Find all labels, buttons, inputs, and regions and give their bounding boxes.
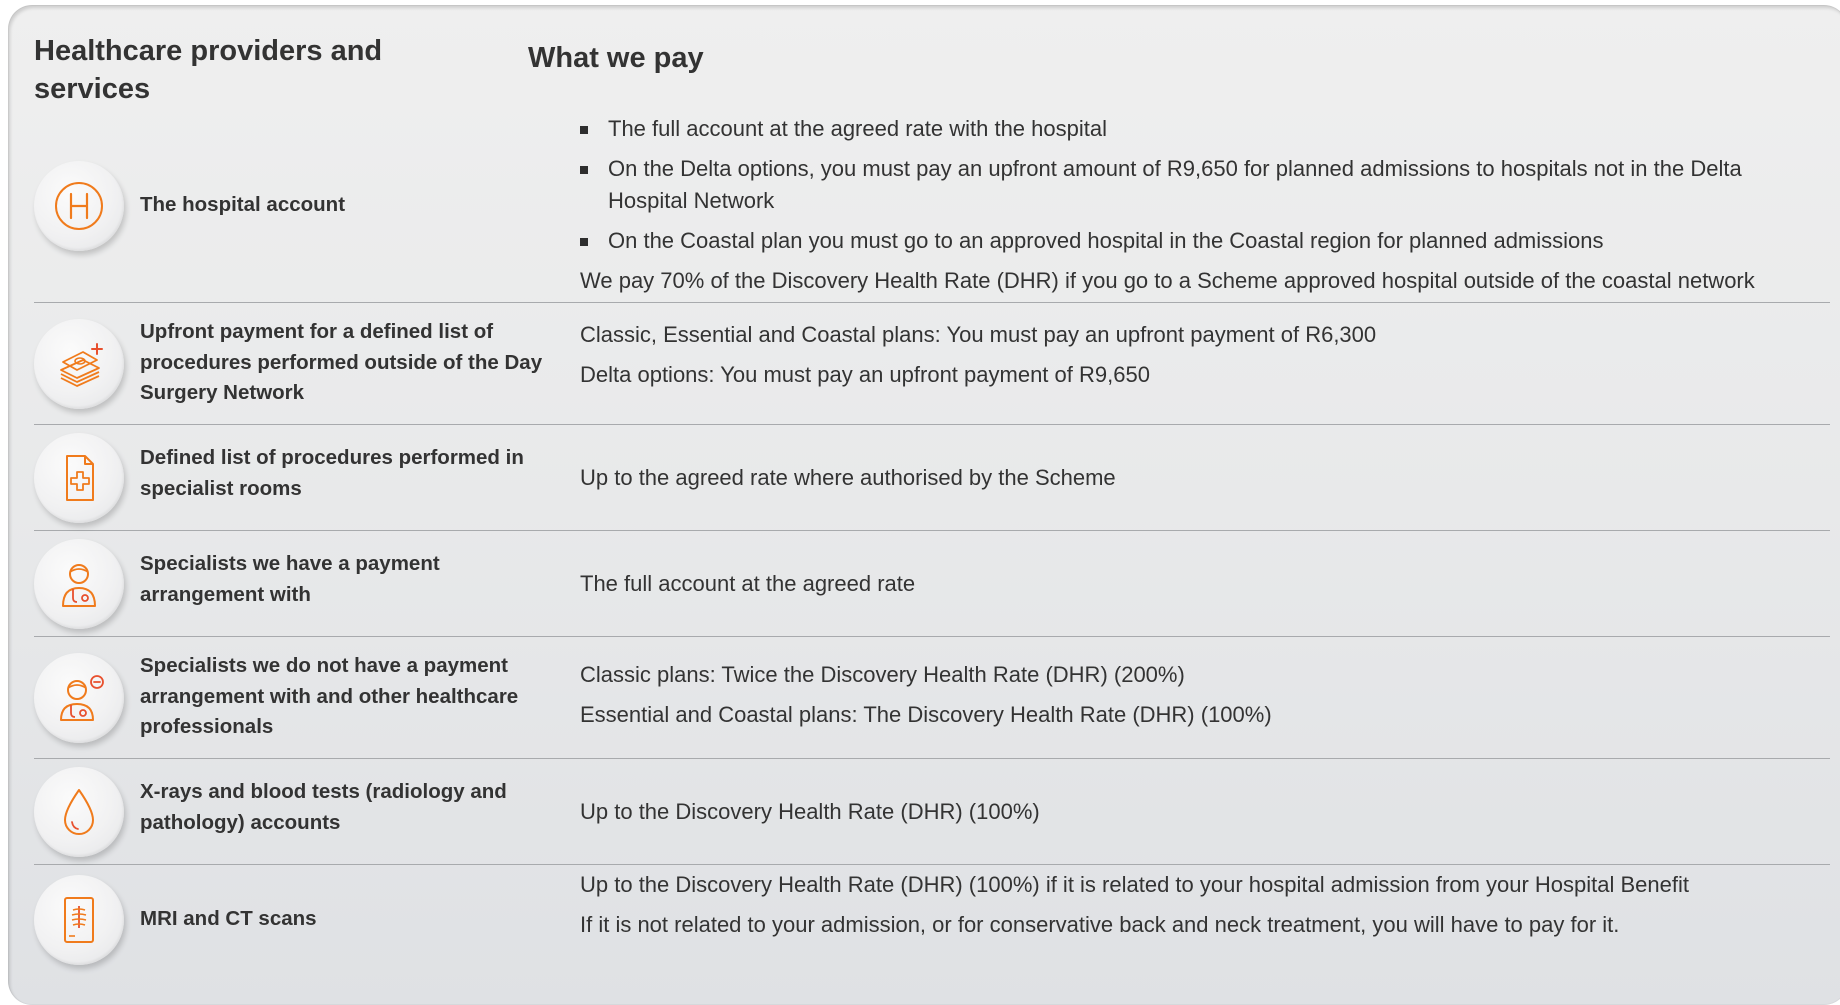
row-payment-details: Up to the Discovery Health Rate (DHR) (1… xyxy=(580,796,1820,828)
benefits-table-panel: Healthcare providers and services What w… xyxy=(8,5,1840,1005)
table-row-mri-ct-scans: MRI and CT scans Up to the Discovery Hea… xyxy=(34,865,1830,977)
coastal-network-note: We pay 70% of the Discovery Health Rate … xyxy=(580,268,1755,293)
list-item: On the Delta options, you must pay an up… xyxy=(580,153,1820,217)
row-payment-details: The full account at the agreed rate xyxy=(580,568,1820,600)
table-row-hospital-account: The hospital account The full account at… xyxy=(34,113,1830,303)
payment-line: Delta options: You must pay an upfront p… xyxy=(580,362,1150,387)
doctor-minus-icon xyxy=(34,653,124,743)
table-row-specialists-not-arranged: Specialists we do not have a payment arr… xyxy=(34,637,1830,759)
row-label: Upfront payment for a defined list of pr… xyxy=(140,320,543,404)
table-row-radiology-pathology: X-rays and blood tests (radiology and pa… xyxy=(34,759,1830,865)
payment-line: Up to the agreed rate where authorised b… xyxy=(580,465,1116,490)
payment-line: Essential and Coastal plans: The Discove… xyxy=(580,702,1272,727)
payment-line: If it is not related to your admission, … xyxy=(580,912,1620,937)
row-payment-details: The full account at the agreed rate with… xyxy=(580,113,1820,297)
list-item: On the Coastal plan you must go to an ap… xyxy=(580,225,1820,257)
list-item: The full account at the agreed rate with… xyxy=(580,113,1820,145)
payment-line: Classic plans: Twice the Discovery Healt… xyxy=(580,662,1185,687)
bullet-list: The full account at the agreed rate with… xyxy=(580,113,1820,257)
row-label: Specialists we have a payment arrangemen… xyxy=(140,552,440,606)
row-payment-details: Classic, Essential and Coastal plans: Yo… xyxy=(580,319,1820,391)
row-label: The hospital account xyxy=(140,193,346,216)
payment-line: The full account at the agreed rate xyxy=(580,571,916,596)
row-payment-details: Classic plans: Twice the Discovery Healt… xyxy=(580,659,1820,731)
doctor-icon xyxy=(34,539,124,629)
xray-scan-icon xyxy=(34,875,124,965)
row-label: X-rays and blood tests (radiology and pa… xyxy=(140,780,507,834)
row-payment-details: Up to the agreed rate where authorised b… xyxy=(580,462,1820,494)
row-payment-details: Up to the Discovery Health Rate (DHR) (1… xyxy=(580,869,1820,941)
row-label: MRI and CT scans xyxy=(140,907,317,930)
table-row-specialists-arranged: Specialists we have a payment arrangemen… xyxy=(34,531,1830,637)
blood-drop-icon xyxy=(34,767,124,857)
medical-document-icon xyxy=(34,433,124,523)
payment-line: Classic, Essential and Coastal plans: Yo… xyxy=(580,322,1377,347)
row-label: Specialists we do not have a payment arr… xyxy=(140,654,519,738)
providers-column-header: Healthcare providers and services xyxy=(34,35,383,105)
payment-line: Up to the Discovery Health Rate (DHR) (1… xyxy=(580,799,1040,824)
row-label: Defined list of procedures performed in … xyxy=(140,446,524,500)
payment-line: Up to the Discovery Health Rate (DHR) (1… xyxy=(580,872,1690,897)
money-stack-icon xyxy=(34,319,124,409)
table-row-specialist-rooms: Defined list of procedures performed in … xyxy=(34,425,1830,531)
hospital-h-icon xyxy=(34,161,124,251)
table-row-upfront-payment: Upfront payment for a defined list of pr… xyxy=(34,303,1830,425)
pay-column-header: What we pay xyxy=(528,42,704,74)
